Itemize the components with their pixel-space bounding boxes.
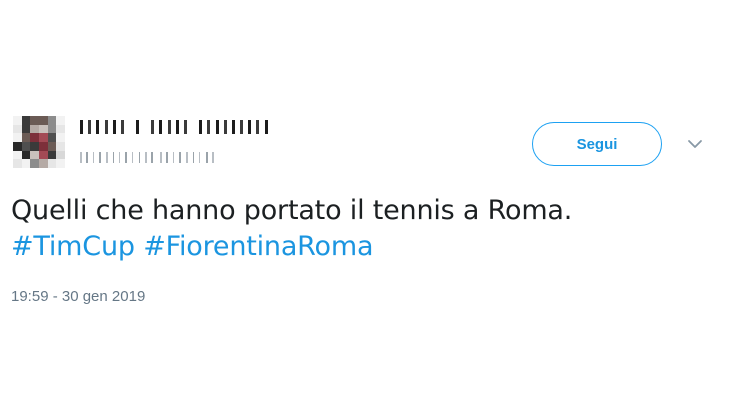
- avatar[interactable]: [13, 116, 65, 168]
- tweet-timestamp[interactable]: 19:59 - 30 gen 2019: [11, 288, 145, 305]
- hashtag-fiorentinaroma[interactable]: #FiorentinaRoma: [143, 231, 373, 262]
- tweet-body: Quelli che hanno portato il tennis a Rom…: [11, 195, 573, 226]
- chevron-down-icon[interactable]: [686, 137, 704, 151]
- tweet-text: Quelli che hanno portato il tennis a Rom…: [11, 193, 723, 265]
- follow-button[interactable]: Segui: [532, 122, 662, 166]
- author-name-pixelated[interactable]: [80, 120, 276, 134]
- follow-button-label: Segui: [576, 135, 618, 153]
- tweet-card: Segui Quelli che hanno portato il tennis…: [0, 0, 736, 409]
- author-handle-pixelated[interactable]: [80, 152, 214, 163]
- hashtag-line: #TimCup #FiorentinaRoma: [11, 229, 723, 265]
- hashtag-timcup[interactable]: #TimCup: [11, 231, 135, 262]
